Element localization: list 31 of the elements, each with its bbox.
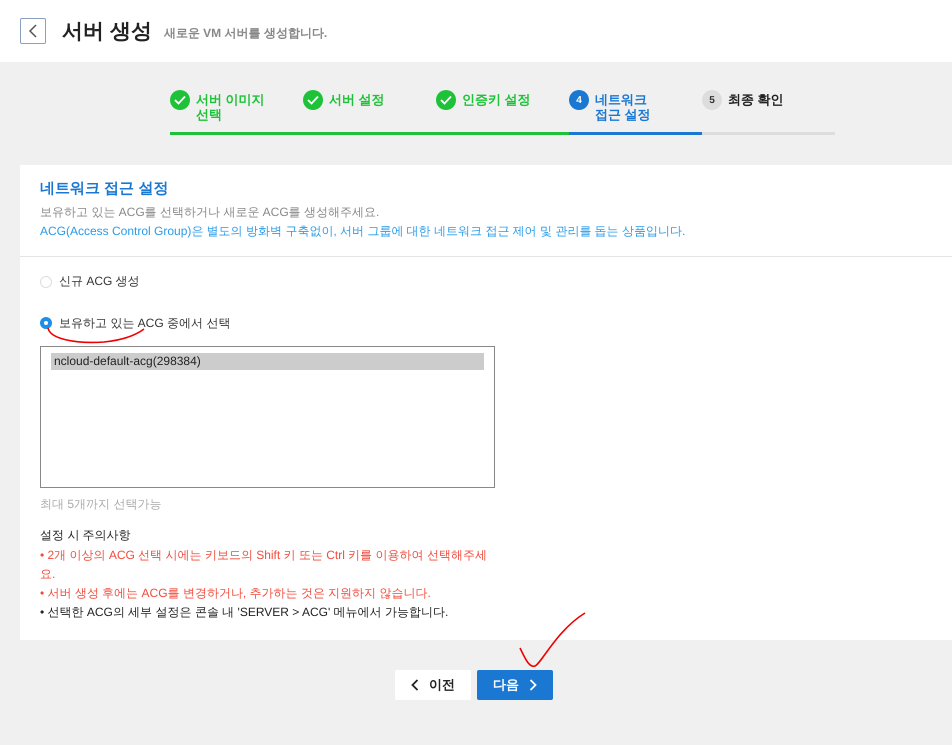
check-icon bbox=[436, 90, 456, 110]
page-title: 서버 생성 bbox=[62, 19, 152, 45]
chevron-left-icon bbox=[411, 679, 419, 691]
step-label: 최종 확인 bbox=[728, 92, 784, 107]
page-subtitle: 새로운 VM 서버를 생성합니다. bbox=[164, 24, 328, 42]
radio-label: 신규 ACG 생성 bbox=[59, 273, 140, 290]
back-button[interactable] bbox=[20, 18, 46, 44]
note-item: • 서버 생성 후에는 ACG를 변경하거나, 추가하는 것은 지원하지 않습니다. bbox=[40, 585, 432, 602]
next-button[interactable]: 다음 bbox=[477, 670, 553, 700]
step-label: 인증키 설정 bbox=[462, 92, 531, 107]
section-title: 네트워크 접근 설정 bbox=[40, 179, 170, 198]
step-label: 서버 이미지 선택 bbox=[196, 92, 266, 122]
note-item: • 선택한 ACG의 세부 설정은 콘솔 내 'SERVER > ACG' 메뉴에서 가능합니다. bbox=[40, 604, 450, 621]
step-number: 4 bbox=[569, 90, 589, 110]
chevron-right-icon bbox=[529, 679, 537, 691]
notes-title: 설정 시 주의사항 bbox=[40, 527, 132, 544]
step-number: 5 bbox=[702, 90, 722, 110]
radio-button[interactable] bbox=[40, 317, 52, 329]
acg-listbox[interactable]: ncloud-default-acg(298384) bbox=[40, 346, 495, 488]
step-label: 네트워크 접근 설정 bbox=[595, 92, 652, 122]
section-info: ACG(Access Control Group)은 별도의 방화벽 구축없이, 서버 그룹에 대한 네트워크 접근 제어 및 관리를 돕는 상품입니다. bbox=[40, 223, 686, 240]
chevron-left-icon bbox=[28, 24, 38, 38]
note-item: • 2개 이상의 ACG 선택 시에는 키보드의 Shift 키 또는 Ctrl 키를 이용하여 선택해주세요. bbox=[40, 547, 488, 583]
previous-button[interactable]: 이전 bbox=[395, 670, 471, 700]
section-description: 보유하고 있는 ACG를 선택하거나 새로운 ACG를 생성해주세요. bbox=[40, 204, 380, 221]
check-icon bbox=[303, 90, 323, 110]
limit-hint: 최대 5개까지 선택가능 bbox=[40, 496, 162, 513]
radio-option[interactable]: 신규 ACG 생성 bbox=[40, 273, 140, 290]
step-label: 서버 설정 bbox=[329, 92, 385, 107]
list-item[interactable]: ncloud-default-acg(298384) bbox=[51, 353, 484, 370]
check-icon bbox=[170, 90, 190, 110]
